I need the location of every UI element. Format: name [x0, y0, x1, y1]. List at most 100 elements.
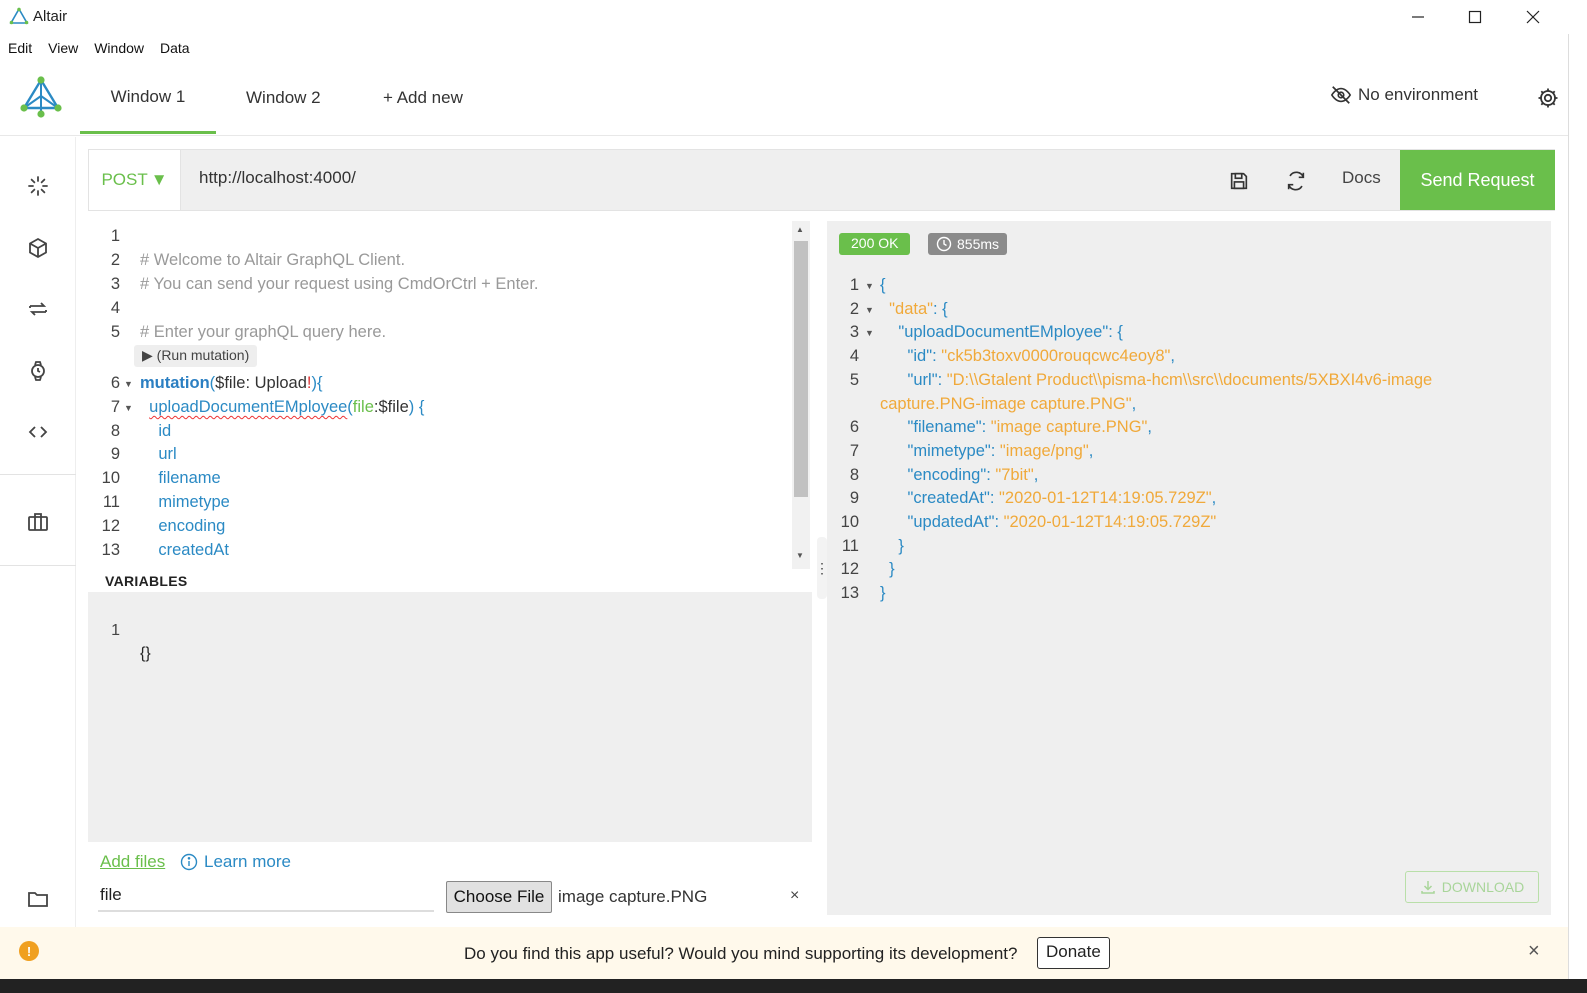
window-scrollbar[interactable]	[1568, 34, 1587, 979]
query-code: id	[158, 422, 172, 440]
maximize-button[interactable]	[1452, 4, 1498, 30]
altair-logo-icon[interactable]	[18, 74, 64, 120]
query-code: # Welcome to Altair GraphQL Client.	[140, 251, 406, 269]
response-code: }	[880, 584, 886, 602]
menu-item-window[interactable]: Window	[86, 36, 152, 60]
response-line: 8 "encoding": "7bit",	[827, 464, 1547, 488]
result-pane: 200 OK 855ms DOWNLOAD 1 ▼{2 ▼ "data": {3 ▼ …	[827, 221, 1551, 915]
query-code: mutation($file: Upload!){	[140, 374, 323, 392]
loading-spinner-icon[interactable]	[26, 174, 50, 198]
run-mutation-button[interactable]: ▶ (Run mutation)	[134, 345, 258, 367]
tab-window-1[interactable]: Window 1	[80, 62, 216, 134]
swap-icon[interactable]	[26, 297, 50, 321]
gear-icon[interactable]	[1536, 86, 1560, 110]
docs-button[interactable]: Docs	[1342, 168, 1381, 188]
choose-file-button[interactable]: Choose File	[446, 881, 552, 913]
watch-icon[interactable]	[26, 359, 50, 383]
download-icon	[1421, 881, 1435, 894]
line-number: 6	[110, 374, 120, 392]
response-line: 2 ▼ "data": {	[827, 298, 1547, 322]
warning-info-icon: !	[19, 941, 39, 961]
scroll-down-icon[interactable]: ▼	[796, 551, 804, 560]
response-code: "encoding": "7bit",	[907, 466, 1039, 484]
fold-toggle-icon[interactable]: ▼	[124, 397, 133, 420]
response-line: 4 "id": "ck5b3toxv0000rouqcwc4eoy8",	[827, 345, 1547, 369]
minimize-icon	[1412, 16, 1424, 18]
variables-line: 1 {}	[88, 596, 788, 662]
line-number: 11	[102, 493, 120, 511]
query-code: encoding	[158, 517, 226, 535]
menu-item-data[interactable]: Data	[152, 36, 198, 60]
close-banner-button[interactable]: ×	[1528, 940, 1540, 963]
cube-icon[interactable]	[26, 236, 50, 260]
response-line: 12 }	[827, 558, 1547, 582]
code-icon[interactable]	[26, 420, 50, 444]
url-input[interactable]	[199, 168, 899, 188]
query-code: # You can send your request using CmdOrC…	[140, 275, 539, 293]
add-new-tab-button[interactable]: + Add new	[353, 62, 493, 134]
title-bar: Altair	[0, 0, 1587, 34]
response-code: }	[898, 537, 904, 555]
menu-bar: Edit View Window Data	[0, 36, 198, 60]
folder-icon[interactable]	[26, 887, 50, 911]
response-code: "filename": "image capture.PNG",	[907, 418, 1152, 436]
add-files-link[interactable]: Add files	[100, 852, 165, 872]
menu-item-edit[interactable]: Edit	[0, 36, 40, 60]
donate-button[interactable]: Donate	[1037, 937, 1110, 969]
method-selector[interactable]: POST ▼	[89, 150, 181, 210]
line-number: 9	[849, 489, 859, 507]
fold-toggle-icon[interactable]: ▼	[865, 299, 874, 322]
taskbar-strip	[0, 979, 1587, 993]
main-area: POST ▼ Docs Send Request 13 createdAt12 …	[88, 137, 1568, 927]
pane-resize-handle[interactable]: ⋮	[815, 537, 829, 599]
line-number: 6	[849, 418, 859, 436]
close-window-button[interactable]	[1510, 4, 1556, 30]
query-line: 8 id	[88, 420, 788, 444]
response-code: "createdAt": "2020-01-12T14:19:05.729Z",	[907, 489, 1217, 507]
response-line: 11 }	[827, 535, 1547, 559]
briefcase-icon[interactable]	[26, 510, 50, 534]
file-upload-area: Add files Learn more Choose File image c…	[88, 843, 812, 927]
scroll-thumb[interactable]	[794, 241, 808, 497]
line-number: 2	[110, 251, 120, 269]
response-code: "id": "ck5b3toxv0000rouqcwc4eoy8",	[907, 347, 1175, 365]
line-number: 9	[110, 445, 120, 463]
caret-down-icon: ▼	[150, 170, 168, 189]
query-line: 4	[88, 297, 788, 321]
save-icon[interactable]	[1228, 170, 1250, 192]
fold-toggle-icon[interactable]: ▼	[124, 373, 133, 396]
fold-toggle-icon[interactable]: ▼	[865, 275, 874, 298]
window-title: Altair	[33, 8, 68, 25]
minimize-button[interactable]	[1395, 4, 1441, 30]
response-code: "data": {	[889, 300, 948, 318]
tab-window-2[interactable]: Window 2	[216, 62, 351, 134]
send-request-button[interactable]: Send Request	[1400, 150, 1555, 210]
line-number: 8	[110, 422, 120, 440]
variables-editor[interactable]: 1 {}	[88, 592, 812, 842]
response-line: 7 "mimetype": "image/png",	[827, 440, 1547, 464]
refresh-icon[interactable]	[1285, 170, 1307, 192]
learn-more-link[interactable]: Learn more	[180, 852, 291, 872]
query-line: 3 # You can send your request using CmdOr…	[88, 273, 788, 297]
query-line: 12 encoding	[88, 515, 788, 539]
line-number: 10	[101, 469, 120, 487]
fold-toggle-icon[interactable]: ▼	[865, 322, 874, 345]
editor-scrollbar[interactable]: ▲ ▼	[792, 221, 810, 569]
query-code: uploadDocumentEMployee(file:$file) {	[149, 398, 425, 416]
remove-file-button[interactable]: ×	[790, 887, 799, 905]
query-line: 2 # Welcome to Altair GraphQL Client.	[88, 249, 788, 273]
banner-message: Do you find this app useful? Would you m…	[464, 944, 1018, 963]
maximize-icon	[1468, 10, 1482, 24]
send-request-label: Send Request	[1420, 169, 1535, 190]
response-time: 855ms	[957, 236, 1000, 252]
file-variable-input[interactable]	[98, 880, 434, 912]
line-number: 5	[110, 323, 120, 341]
scroll-up-icon[interactable]: ▲	[796, 225, 804, 234]
download-button[interactable]: DOWNLOAD	[1405, 871, 1539, 903]
query-editor[interactable]: 13 createdAt 12 encoding 11 mimetype 10 fil…	[88, 221, 812, 569]
download-label: DOWNLOAD	[1441, 879, 1525, 895]
environment-selector[interactable]: No environment	[1330, 84, 1478, 106]
line-number: 1	[110, 227, 120, 245]
sidebar	[0, 137, 76, 927]
menu-item-view[interactable]: View	[40, 36, 86, 60]
